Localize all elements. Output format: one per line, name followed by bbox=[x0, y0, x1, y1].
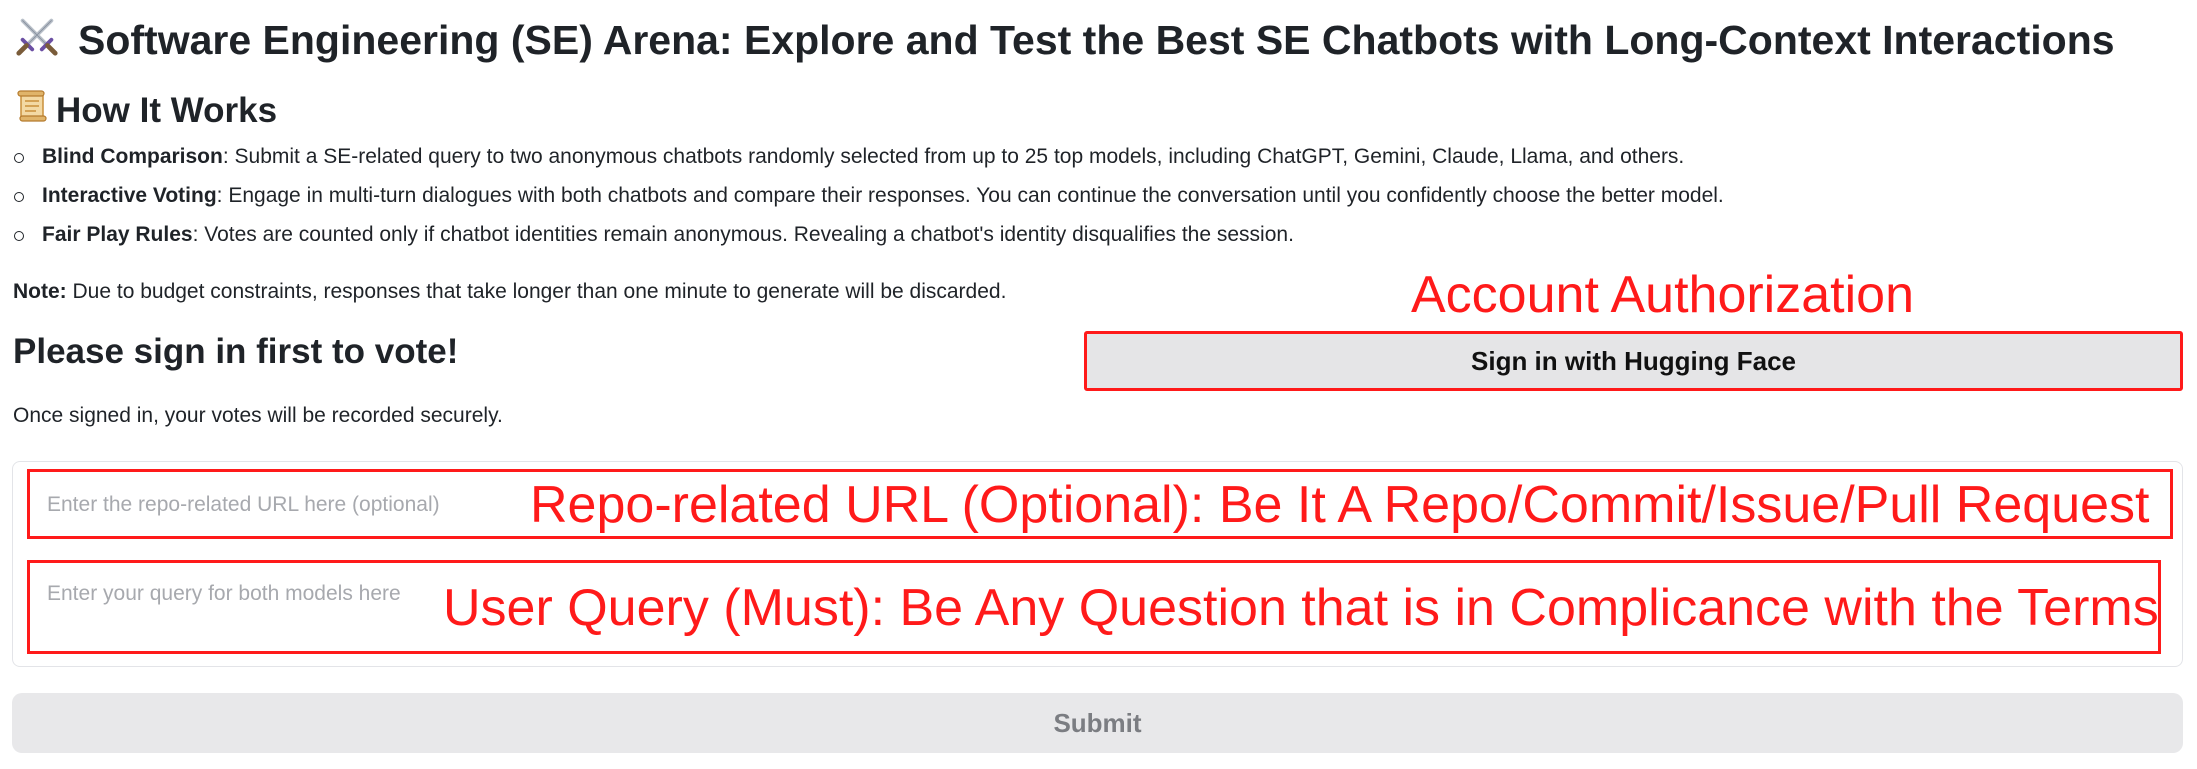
crossed-swords-icon bbox=[14, 12, 78, 68]
list-item-label: Interactive Voting bbox=[42, 184, 217, 207]
list-item-label: Blind Comparison bbox=[42, 145, 223, 168]
list-item: Fair Play Rules: Votes are counted only … bbox=[14, 220, 1724, 259]
signin-description: Once signed in, your votes will be recor… bbox=[13, 404, 503, 427]
page-title: Software Engineering (SE) Arena: Explore… bbox=[14, 12, 2115, 68]
submit-button[interactable]: Submit bbox=[12, 693, 2183, 753]
note-label: Note: bbox=[13, 280, 67, 303]
how-it-works-heading: How It Works bbox=[14, 88, 277, 133]
note-text: Due to budget constraints, responses tha… bbox=[66, 280, 1007, 303]
list-item: Interactive Voting: Engage in multi-turn… bbox=[14, 181, 1724, 220]
list-item-label: Fair Play Rules bbox=[42, 223, 193, 246]
title-text: Software Engineering (SE) Arena: Explore… bbox=[78, 16, 2115, 63]
signin-heading: Please sign in first to vote! bbox=[13, 332, 459, 371]
account-authorization-annotation: Account Authorization bbox=[1411, 266, 1914, 324]
sign-in-hugging-face-button[interactable]: Sign in with Hugging Face bbox=[1084, 331, 2183, 391]
list-item-text: : Submit a SE-related query to two anony… bbox=[222, 145, 1685, 168]
repo-url-placeholder: Enter the repo-related URL here (optiona… bbox=[47, 493, 440, 516]
list-item-text: : Votes are counted only if chatbot iden… bbox=[192, 223, 1294, 246]
user-query-annotation: User Query (Must): Be Any Question that … bbox=[443, 579, 2159, 637]
list-item-text: : Engage in multi-turn dialogues with bo… bbox=[216, 184, 1724, 207]
how-it-works-list: Blind Comparison: Submit a SE-related qu… bbox=[14, 142, 1724, 259]
budget-note: Note: Due to budget constraints, respons… bbox=[13, 280, 1006, 304]
repo-url-annotation: Repo-related URL (Optional): Be It A Rep… bbox=[530, 476, 2150, 534]
scroll-icon bbox=[14, 88, 56, 133]
user-query-placeholder: Enter your query for both models here bbox=[47, 582, 401, 605]
list-item: Blind Comparison: Submit a SE-related qu… bbox=[14, 142, 1724, 181]
how-it-works-title: How It Works bbox=[56, 90, 278, 130]
